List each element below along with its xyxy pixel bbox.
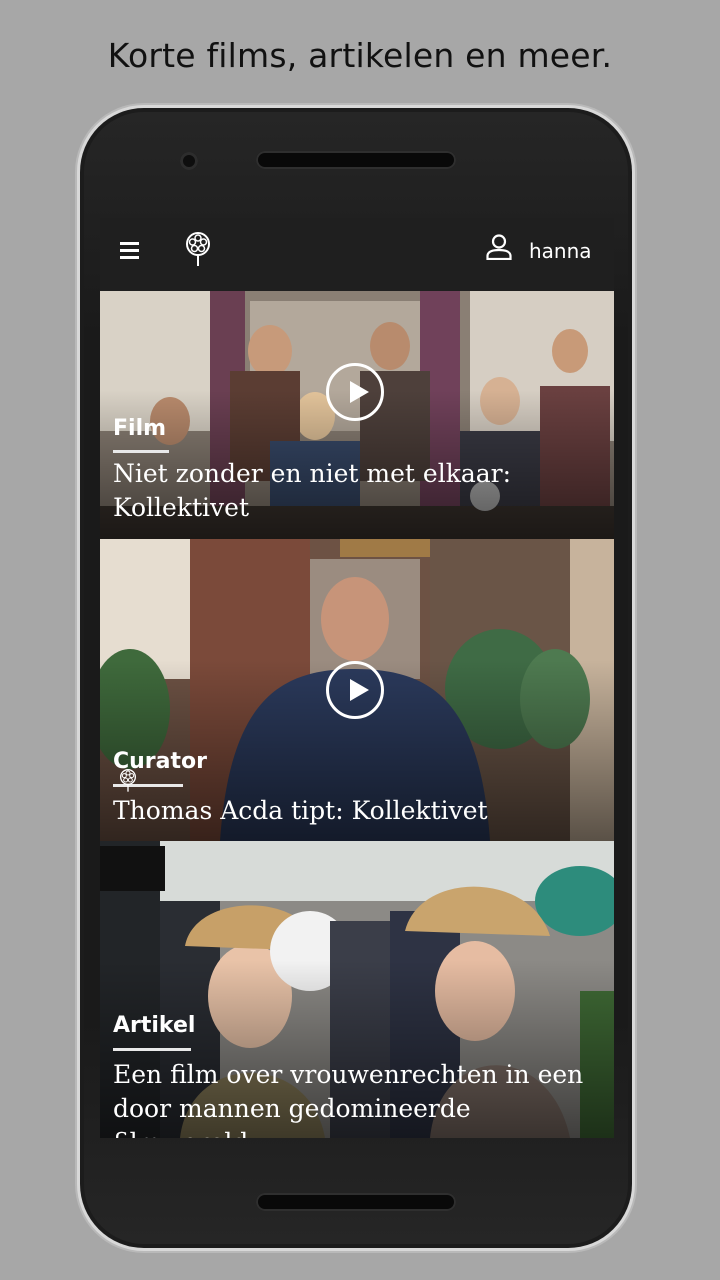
card-title: Een film over vrouwenrechten in een door… — [113, 1060, 584, 1138]
content-card-artikel[interactable]: Artikel Een film over vrouwenrechten in … — [100, 841, 614, 1138]
category-underline — [113, 450, 169, 453]
hamburger-menu-icon[interactable] — [120, 242, 140, 260]
earpiece-speaker — [256, 151, 456, 169]
content-card-film[interactable]: Film Niet zonder en niet met elkaar: Kol… — [100, 291, 614, 539]
film-reel-logo-icon[interactable] — [185, 232, 211, 268]
play-button[interactable] — [326, 661, 384, 719]
bottom-speaker — [256, 1193, 456, 1211]
front-camera — [180, 152, 198, 170]
content-card-curator[interactable]: Curator Thomas Acda tipt: Kollektivet — [100, 539, 614, 841]
card-category-label: Film — [113, 416, 167, 441]
card-title: Thomas Acda tipt: Kollektivet — [113, 796, 488, 825]
card-title: Niet zonder en niet met elkaar: Kollekti… — [113, 459, 512, 522]
person-icon[interactable] — [486, 234, 512, 260]
play-button[interactable] — [326, 363, 384, 421]
promo-headline: Korte films, artikelen en meer. — [107, 36, 613, 75]
username-label[interactable]: hanna — [529, 239, 592, 263]
category-underline — [113, 1048, 191, 1051]
film-reel-icon — [120, 769, 136, 792]
app-bar: hanna — [100, 218, 614, 291]
card-category-label: Artikel — [113, 1013, 196, 1038]
app-screen: hanna Film Niet zonder en niet met elkaa… — [100, 218, 614, 1138]
